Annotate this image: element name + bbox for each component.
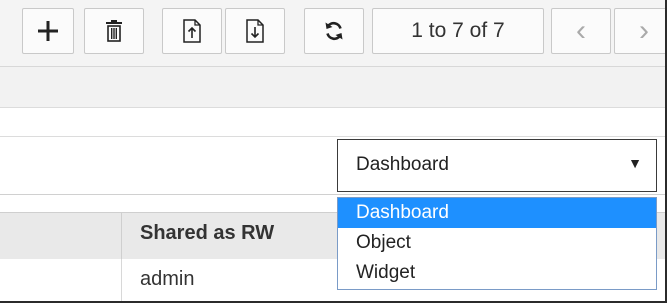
export-button[interactable] — [162, 8, 222, 54]
spacer-row — [0, 108, 665, 137]
download-file-icon — [246, 19, 264, 43]
option-object[interactable]: Object — [338, 228, 656, 258]
type-filter-value: Dashboard — [356, 154, 449, 175]
column-header-shared-as-rw[interactable]: Shared as RW — [140, 222, 274, 245]
option-dashboard[interactable]: Dashboard — [338, 198, 656, 228]
column-divider — [121, 259, 122, 301]
trash-icon — [105, 20, 123, 42]
next-page-button[interactable]: › — [614, 8, 665, 54]
import-button[interactable] — [225, 8, 285, 54]
toolbar-band — [0, 67, 665, 108]
add-button[interactable] — [22, 8, 74, 54]
refresh-icon — [323, 20, 345, 42]
type-filter-select[interactable]: Dashboard ▼ — [337, 139, 657, 192]
toolbar: 1 to 7 of 7 ‹ › — [0, 0, 665, 67]
type-filter-options: Dashboard Object Widget — [337, 197, 657, 290]
column-divider — [121, 212, 122, 260]
pager-label: 1 to 7 of 7 — [372, 8, 544, 54]
app-frame: 1 to 7 of 7 ‹ › Dashboard ▼ Shared as RW… — [0, 0, 667, 303]
upload-file-icon — [183, 19, 201, 43]
option-widget[interactable]: Widget — [338, 258, 656, 288]
dropdown-arrow-icon: ▼ — [628, 155, 642, 171]
delete-button[interactable] — [84, 8, 144, 54]
refresh-button[interactable] — [304, 8, 364, 54]
chevron-left-icon: ‹ — [576, 14, 586, 47]
prev-page-button[interactable]: ‹ — [551, 8, 611, 54]
plus-icon — [37, 20, 59, 42]
cell-shared-as-rw: admin — [140, 268, 195, 290]
chevron-right-icon: › — [639, 14, 649, 47]
